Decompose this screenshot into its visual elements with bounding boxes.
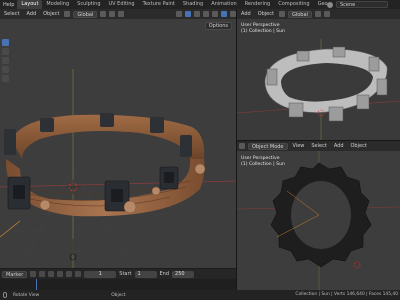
- bottom-right-add-menu[interactable]: Add: [332, 143, 346, 149]
- top-right-collection-line: (1) Collection | Sun: [241, 29, 285, 34]
- workspace-tab-rendering[interactable]: Rendering: [241, 0, 275, 9]
- status-bar: Rotate View Object Collection | Sun | Ve…: [0, 290, 400, 300]
- object-mode-dropdown[interactable]: Object Mode: [248, 142, 288, 150]
- viewport-scene: [0, 69, 236, 268]
- bottom-right-select-menu[interactable]: Select: [309, 143, 328, 149]
- prev-keyframe-icon[interactable]: [39, 271, 46, 277]
- overlay-toggle-icon[interactable]: [194, 11, 200, 17]
- scene-selector[interactable]: Scene: [327, 0, 388, 9]
- top-right-snap-icon[interactable]: [323, 11, 330, 17]
- workspace-tab-modeling[interactable]: Modeling: [42, 0, 73, 9]
- proportional-edit-icon[interactable]: [118, 11, 125, 17]
- transform-orientation-dropdown[interactable]: Global: [73, 10, 98, 18]
- timeline: Marker 1 Start 1 End 250: [0, 269, 236, 290]
- top-right-add-menu[interactable]: Add: [239, 11, 253, 17]
- workspace-tab-shading[interactable]: Shading: [179, 0, 207, 9]
- end-frame-field[interactable]: 250: [172, 270, 195, 278]
- main-viewport-header: Select Add Object Global: [0, 9, 236, 19]
- bottom-right-collection-line: (1) Collection | Sun: [241, 162, 285, 167]
- scale-tool-icon[interactable]: [2, 75, 9, 82]
- visibility-icon[interactable]: [176, 11, 182, 17]
- 3d-cursor-icon: [66, 180, 80, 194]
- end-label: End: [159, 271, 170, 277]
- scene-icon: [327, 1, 333, 8]
- next-keyframe-icon[interactable]: [66, 271, 73, 277]
- bottom-right-object-menu[interactable]: Object: [349, 143, 369, 149]
- workspace-tab-sculpting[interactable]: Sculpting: [73, 0, 104, 9]
- current-frame-field[interactable]: 1: [84, 270, 117, 278]
- start-label: Start: [119, 271, 132, 277]
- play-icon[interactable]: [57, 271, 64, 277]
- bottom-right-view-menu[interactable]: View: [291, 143, 307, 149]
- top-right-orientation-dropdown[interactable]: Global: [287, 10, 312, 18]
- pivot-icon[interactable]: [100, 11, 107, 17]
- add-menu[interactable]: Add: [24, 11, 38, 17]
- status-left-action: Rotate View: [13, 292, 40, 298]
- timeline-header: Marker 1 Start 1 End 250: [0, 269, 236, 279]
- playhead-marker[interactable]: [36, 279, 37, 290]
- shading-solid-icon[interactable]: [212, 11, 218, 17]
- bottom-right-cursor-icon: [353, 261, 361, 269]
- top-right-pivot-icon[interactable]: [314, 11, 321, 17]
- xray-icon[interactable]: [203, 11, 209, 17]
- top-bar: Help Layout Modeling Sculpting UV Editin…: [0, 0, 400, 9]
- start-frame-field[interactable]: 1: [134, 270, 157, 278]
- select-tool-icon[interactable]: [2, 39, 9, 46]
- play-reverse-icon[interactable]: [48, 271, 55, 277]
- main-3d-viewport[interactable]: Select Add Object Global Options: [0, 9, 236, 268]
- options-dropdown[interactable]: Options: [204, 22, 232, 30]
- mouse-icon: [3, 292, 7, 298]
- workspace-tab-layout[interactable]: Layout: [17, 0, 43, 9]
- snap-icon[interactable]: [109, 11, 116, 17]
- shading-material-icon[interactable]: [221, 11, 227, 17]
- select-menu[interactable]: Select: [2, 11, 21, 17]
- rotate-tool-icon[interactable]: [2, 66, 9, 73]
- top-right-orientation-icon: [278, 11, 285, 17]
- menu-help[interactable]: Help: [0, 2, 17, 8]
- jump-end-icon[interactable]: [75, 271, 82, 277]
- object-mode-icon: [239, 143, 245, 149]
- transform-orientation-icon: [64, 11, 71, 17]
- scene-name-field[interactable]: Scene: [336, 1, 388, 8]
- gizmo-toggle-icon[interactable]: [185, 11, 191, 17]
- top-right-object-menu[interactable]: Object: [256, 11, 276, 17]
- workspace-tab-uv-editing[interactable]: UV Editing: [105, 0, 139, 9]
- top-right-viewport[interactable]: Add Object Global User Perspective (1) C…: [237, 9, 400, 140]
- toolbar: [2, 39, 9, 82]
- jump-start-icon[interactable]: [30, 271, 37, 277]
- move-tool-icon[interactable]: [2, 57, 9, 64]
- horizontal-area-divider[interactable]: [237, 140, 400, 141]
- workspace-tab-texture-paint[interactable]: Texture Paint: [139, 0, 179, 9]
- bottom-right-header: Object Mode View Select Add Object: [237, 141, 400, 151]
- workspace-tab-animation[interactable]: Animation: [207, 0, 241, 9]
- top-right-header: Add Object Global: [237, 9, 400, 19]
- marker-menu[interactable]: Marker: [2, 270, 28, 278]
- bottom-right-viewport[interactable]: Object Mode View Select Add Object User …: [237, 141, 400, 290]
- selection-outline: [0, 220, 21, 238]
- status-mid-action: Object: [111, 292, 126, 298]
- workspace-tab-compositing[interactable]: Compositing: [274, 0, 313, 9]
- timeline-ruler[interactable]: [0, 279, 236, 290]
- vertical-area-divider[interactable]: [236, 9, 237, 290]
- object-menu[interactable]: Object: [41, 11, 61, 17]
- scene-statistics: Collection | Sun | Verts 146,640 | Faces…: [295, 292, 398, 297]
- cursor-tool-icon[interactable]: [2, 48, 9, 55]
